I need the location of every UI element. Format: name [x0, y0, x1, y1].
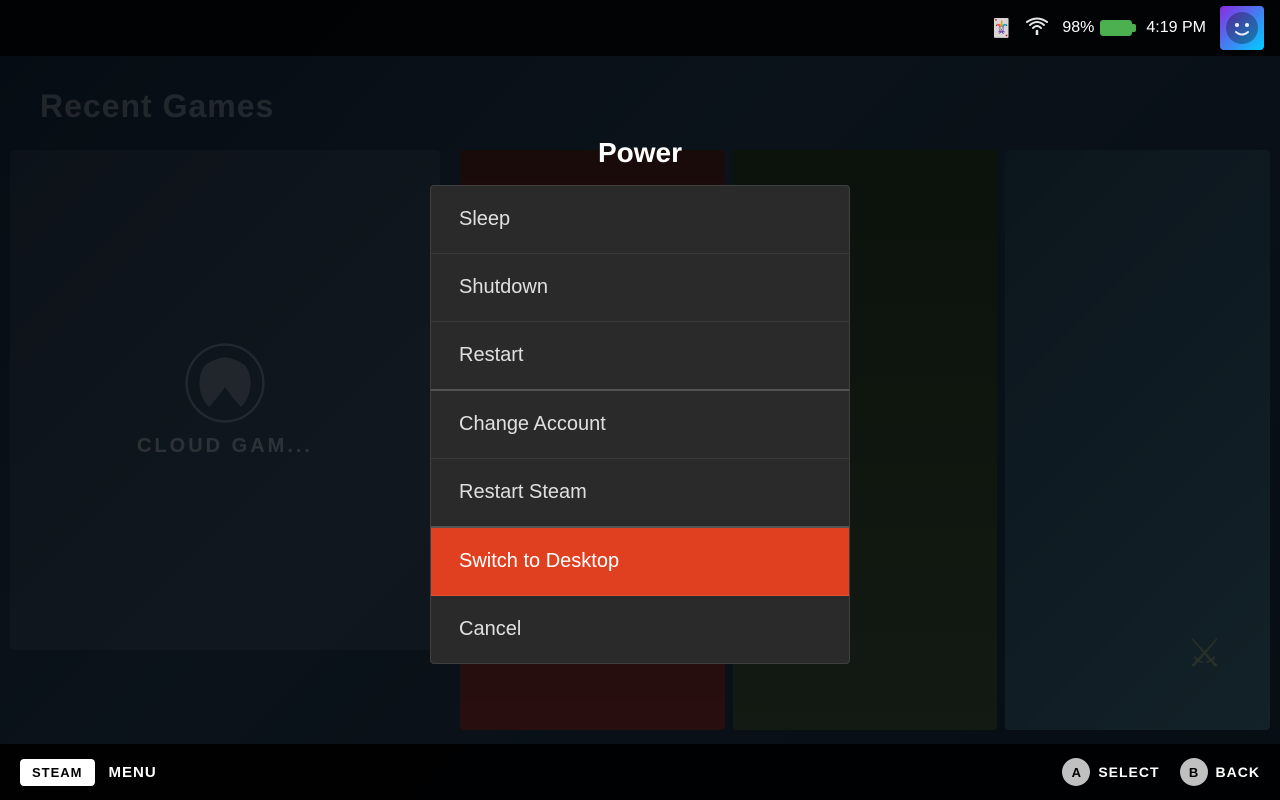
sleep-option[interactable]: Sleep [431, 186, 849, 254]
power-menu: Sleep Shutdown Restart Change Account Re… [430, 185, 850, 664]
switch-to-desktop-option[interactable]: Switch to Desktop [431, 528, 849, 596]
restart-steam-option[interactable]: Restart Steam [431, 459, 849, 528]
power-dialog: Power Sleep Shutdown Restart Change Acco… [0, 0, 1280, 800]
restart-option[interactable]: Restart [431, 322, 849, 391]
cancel-option[interactable]: Cancel [431, 596, 849, 663]
dialog-title: Power [598, 137, 682, 169]
shutdown-option[interactable]: Shutdown [431, 254, 849, 322]
change-account-option[interactable]: Change Account [431, 391, 849, 459]
